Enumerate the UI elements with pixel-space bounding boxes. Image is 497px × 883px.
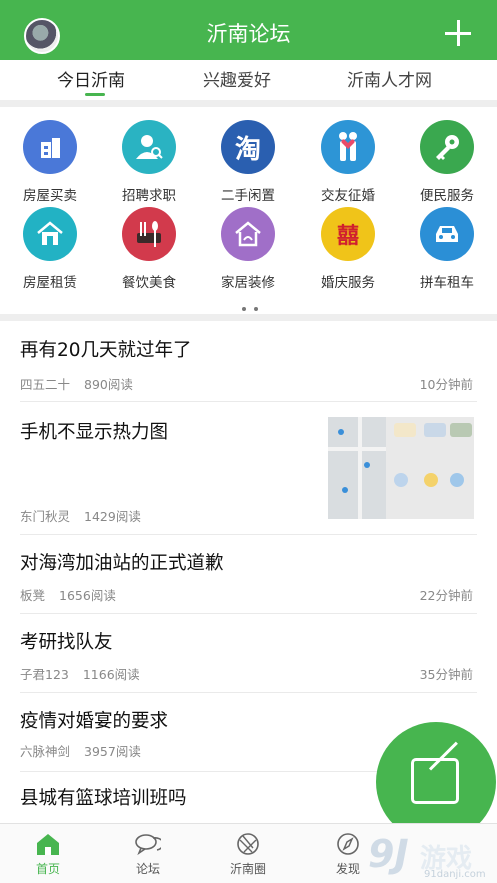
channel-tabs: 今日沂南 兴趣爱好 沂南人才网 [0, 60, 497, 100]
category-food[interactable]: 餐饮美食 [101, 207, 197, 291]
nav-circle[interactable]: 沂南圈 [218, 832, 278, 877]
post-item[interactable]: 考研找队友 子君123 1166阅读 35分钟前 [0, 614, 497, 692]
home-decor-icon [221, 207, 275, 261]
aperture-icon [235, 832, 261, 856]
category-decoration[interactable]: 家居装修 [200, 207, 296, 291]
post-reads: 1429阅读 [84, 509, 141, 524]
category-label: 房屋买卖 [23, 188, 77, 204]
post-meta: 板凳 1656阅读 [20, 585, 130, 604]
post-title: 疫情对婚宴的要求 [20, 711, 169, 732]
category-services[interactable]: 便民服务 [399, 120, 495, 204]
category-rental[interactable]: 房屋租赁 [2, 207, 98, 291]
category-jobs[interactable]: 招聘求职 [101, 120, 197, 204]
car-icon [420, 207, 474, 261]
nav-label: 沂南圈 [229, 862, 266, 876]
house-icon [23, 207, 77, 261]
home-icon [35, 832, 61, 856]
category-house-sale[interactable]: 房屋买卖 [2, 120, 98, 204]
category-label: 便民服务 [420, 188, 474, 204]
post-time: 10分钟前 [419, 377, 473, 392]
post-author: 四五二十 [20, 377, 71, 392]
chat-bubbles-icon [135, 832, 165, 856]
post-author: 六脉神剑 [20, 744, 71, 759]
utensils-icon [122, 207, 176, 261]
nav-forum[interactable]: 论坛 [118, 832, 178, 877]
compass-icon [335, 832, 361, 856]
category-label: 交友征婚 [321, 188, 375, 204]
post-reads: 3957阅读 [84, 744, 141, 759]
watermark-number: 9J [368, 832, 409, 876]
post-author: 板凳 [20, 588, 46, 603]
post-thumbnail[interactable] [328, 417, 474, 519]
tab-interests[interactable]: 兴趣爱好 [203, 66, 271, 91]
section-divider [0, 100, 497, 107]
post-reads: 1166阅读 [82, 667, 140, 682]
category-grid: 房屋买卖 招聘求职 淘 二手闲置 交友征婚 便民服务 房屋租赁 餐饮美食 家居装… [0, 107, 497, 313]
category-wedding[interactable]: 囍 婚庆服务 [300, 207, 396, 291]
page-title: 沂南论坛 [206, 22, 291, 46]
add-icon[interactable] [445, 20, 471, 46]
active-tab-indicator [85, 93, 105, 96]
category-dating[interactable]: 交友征婚 [300, 120, 396, 204]
post-author: 子君123 [20, 667, 69, 682]
section-divider [0, 314, 497, 321]
category-label: 招聘求职 [122, 188, 176, 204]
post-title: 再有20几天就过年了 [20, 340, 192, 361]
post-item[interactable]: 对海湾加油站的正式道歉 板凳 1656阅读 22分钟前 [0, 535, 497, 613]
tab-today-yinan[interactable]: 今日沂南 [57, 66, 125, 91]
category-label: 二手闲置 [221, 188, 275, 204]
post-time: 35分钟前 [419, 667, 473, 682]
category-label: 餐饮美食 [122, 275, 176, 291]
page-indicator [238, 296, 262, 315]
watermark-logo: 9J 游戏 91danji.com [368, 832, 496, 882]
post-title: 县城有篮球培训班吗 [20, 788, 187, 809]
double-happiness-icon: 囍 [321, 207, 375, 261]
category-label: 拼车租车 [420, 275, 474, 291]
post-reads: 890阅读 [84, 377, 133, 392]
post-author: 东门秋灵 [20, 509, 71, 524]
map-preview [328, 417, 386, 519]
taobao-icon: 淘 [221, 120, 275, 174]
key-icon [420, 120, 474, 174]
post-meta: 六脉神剑 3957阅读 [20, 741, 155, 760]
post-meta: 四五二十 890阅读 [20, 374, 147, 393]
post-reads: 1656阅读 [59, 588, 116, 603]
nav-label: 论坛 [135, 862, 160, 876]
category-label: 房屋租赁 [23, 275, 77, 291]
nav-label: 首页 [35, 862, 60, 876]
job-seeker-icon [122, 120, 176, 174]
post-item[interactable]: 再有20几天就过年了 四五二十 890阅读 10分钟前 [0, 322, 497, 402]
post-title: 考研找队友 [20, 632, 113, 653]
nav-home[interactable]: 首页 [18, 832, 78, 877]
tab-talent-network[interactable]: 沂南人才网 [347, 66, 432, 91]
category-label: 家居装修 [221, 275, 275, 291]
top-bar: 沂南论坛 [0, 0, 497, 60]
watermark-site: 91danji.com [424, 869, 486, 880]
couple-icon [321, 120, 375, 174]
post-meta: 子君123 1166阅读 [20, 664, 154, 683]
category-carpool[interactable]: 拼车租车 [399, 207, 495, 291]
post-title: 对海湾加油站的正式道歉 [20, 553, 224, 574]
category-label: 婚庆服务 [321, 275, 375, 291]
category-secondhand[interactable]: 淘 二手闲置 [200, 120, 296, 204]
post-meta: 东门秋灵 1429阅读 [20, 506, 155, 525]
post-time: 22分钟前 [419, 588, 473, 603]
post-title: 手机不显示热力图 [20, 422, 169, 443]
building-icon [23, 120, 77, 174]
